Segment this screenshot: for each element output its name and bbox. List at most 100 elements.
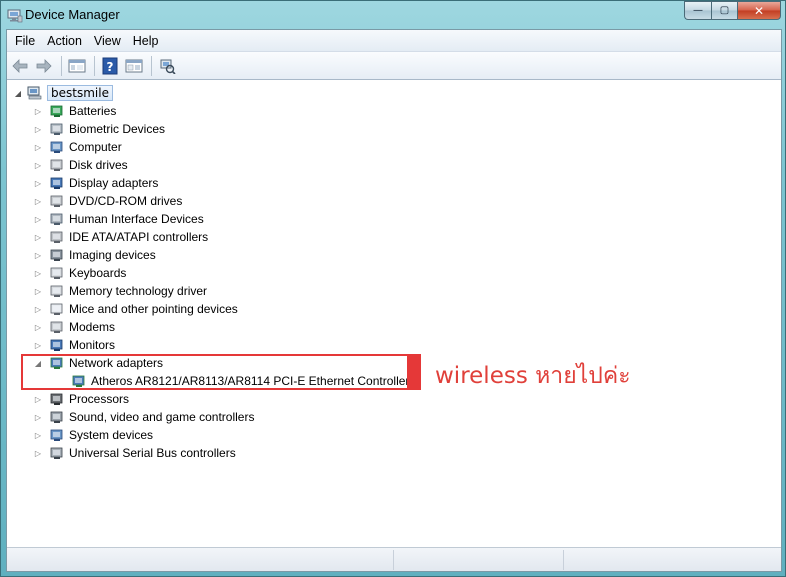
red-highlight-box: [21, 354, 421, 390]
device-manager-icon: [7, 9, 23, 23]
mouse-icon: [50, 303, 63, 315]
toolbar-separator: [94, 55, 95, 76]
back-icon: [12, 58, 28, 73]
expand-arrow-icon[interactable]: ▷: [33, 412, 43, 422]
computer-root-icon: [27, 86, 42, 100]
maximize-icon: ▢: [719, 5, 730, 16]
expand-arrow-icon[interactable]: ▷: [33, 124, 43, 134]
expand-arrow-icon[interactable]: ▷: [33, 286, 43, 296]
display-adapter-icon: [50, 177, 63, 189]
imaging-device-icon: [50, 249, 63, 261]
tree-category-row[interactable]: ▷ DVD/CD-ROM drives: [33, 192, 182, 210]
expand-arrow-icon[interactable]: ▷: [33, 268, 43, 278]
red-highlight-bar: [407, 354, 421, 390]
tree-category-label: Batteries: [69, 104, 117, 118]
expand-arrow-icon[interactable]: ▷: [33, 196, 43, 206]
back-button[interactable]: [9, 55, 31, 77]
help-icon: ?: [102, 57, 118, 74]
status-bar: [7, 547, 781, 571]
keyboard-icon: [50, 267, 63, 279]
expand-arrow-icon[interactable]: ▷: [33, 394, 43, 404]
tree-category-label: Disk drives: [69, 158, 128, 172]
tree-category-label: Biometric Devices: [69, 122, 166, 136]
forward-icon: [36, 58, 52, 73]
device-manager-window: Device Manager — ▢ ✕ File Action View He…: [0, 0, 786, 577]
tree-category-row[interactable]: ▷ Memory technology driver: [33, 282, 207, 300]
tree-category-row[interactable]: ▷ Computer: [33, 138, 122, 156]
modem-icon: [50, 321, 63, 333]
battery-icon: [50, 105, 63, 117]
toolbar-separator: [151, 55, 152, 76]
tree-category-row[interactable]: ▷ Processors: [33, 390, 129, 408]
tree-category-row[interactable]: ▷ Keyboards: [33, 264, 126, 282]
properties-icon: [125, 59, 143, 72]
minimize-button[interactable]: —: [684, 1, 711, 20]
tree-category-row[interactable]: ▷ Imaging devices: [33, 246, 156, 264]
show-hide-console-tree-button[interactable]: [66, 55, 88, 77]
minimize-icon: —: [693, 5, 703, 16]
memory-icon: [50, 285, 63, 297]
tree-root[interactable]: ◢ bestsmile: [13, 84, 113, 102]
usb-icon: [50, 447, 63, 459]
annotation-text: wireless หายไปค่ะ: [435, 363, 631, 389]
tree-category-label: Computer: [69, 140, 122, 154]
show-hide-console-tree-icon: [68, 59, 86, 72]
expand-arrow-icon[interactable]: ▷: [33, 232, 43, 242]
status-cell: [393, 550, 394, 570]
menu-help[interactable]: Help: [127, 31, 165, 51]
tree-category-row[interactable]: ▷ Modems: [33, 318, 115, 336]
tree-category-label: Universal Serial Bus controllers: [69, 446, 236, 460]
expand-arrow-icon[interactable]: ▷: [33, 340, 43, 350]
computer-icon: [50, 141, 63, 153]
scan-hardware-icon: [160, 59, 176, 74]
help-button[interactable]: ?: [99, 55, 121, 77]
toolbar-separator: [61, 55, 62, 76]
tree-category-row[interactable]: ▷ Mice and other pointing devices: [33, 300, 238, 318]
tree-category-label: Processors: [69, 392, 130, 406]
tree-category-row[interactable]: ▷ Sound, video and game controllers: [33, 408, 255, 426]
caption-buttons: — ▢ ✕: [684, 1, 781, 20]
tree-category-row[interactable]: ▷ Disk drives: [33, 156, 128, 174]
properties-button[interactable]: [123, 55, 145, 77]
scan-hardware-button[interactable]: [156, 55, 178, 77]
dvd-drive-icon: [50, 195, 63, 207]
expand-arrow-icon[interactable]: ▷: [33, 106, 43, 116]
collapse-arrow-icon[interactable]: ◢: [13, 88, 23, 98]
tree-category-row[interactable]: ▷ Monitors: [33, 336, 115, 354]
processor-icon: [50, 393, 63, 405]
tree-category-label: IDE ATA/ATAPI controllers: [69, 230, 209, 244]
forward-button[interactable]: [33, 55, 55, 77]
tree-category-label: Imaging devices: [69, 248, 156, 262]
expand-arrow-icon[interactable]: ▷: [33, 214, 43, 224]
expand-arrow-icon[interactable]: ▷: [33, 178, 43, 188]
tree-category-row[interactable]: ▷ Human Interface Devices: [33, 210, 204, 228]
tree-category-label: Keyboards: [69, 266, 127, 280]
device-tree[interactable]: ◢ bestsmile ▷ Batteries ▷ Biometric Devices…: [7, 80, 781, 547]
expand-arrow-icon[interactable]: ▷: [33, 250, 43, 260]
ide-controller-icon: [50, 231, 63, 243]
tree-category-row[interactable]: ▷ Batteries: [33, 102, 116, 120]
tree-category-row[interactable]: ▷ System devices: [33, 426, 153, 444]
title-bar[interactable]: Device Manager — ▢ ✕: [1, 1, 785, 29]
menu-view[interactable]: View: [88, 31, 127, 51]
expand-arrow-icon[interactable]: ▷: [33, 448, 43, 458]
toolbar: ?: [7, 52, 781, 80]
tree-category-row[interactable]: ▷ Universal Serial Bus controllers: [33, 444, 236, 462]
expand-arrow-icon[interactable]: ▷: [33, 322, 43, 332]
close-button[interactable]: ✕: [737, 1, 781, 20]
menu-file[interactable]: File: [9, 31, 41, 51]
tree-category-row[interactable]: ▷ IDE ATA/ATAPI controllers: [33, 228, 208, 246]
status-cell: [563, 550, 564, 570]
tree-category-row[interactable]: ▷ Biometric Devices: [33, 120, 165, 138]
expand-arrow-icon[interactable]: ▷: [33, 160, 43, 170]
expand-arrow-icon[interactable]: ▷: [33, 430, 43, 440]
menu-action[interactable]: Action: [41, 31, 88, 51]
system-device-icon: [50, 429, 63, 441]
maximize-button[interactable]: ▢: [711, 1, 737, 20]
expand-arrow-icon[interactable]: ▷: [33, 142, 43, 152]
tree-category-row[interactable]: ▷ Display adapters: [33, 174, 158, 192]
biometric-icon: [50, 123, 63, 135]
tree-category-label: Monitors: [69, 338, 116, 352]
window-title: Device Manager: [25, 7, 120, 22]
expand-arrow-icon[interactable]: ▷: [33, 304, 43, 314]
